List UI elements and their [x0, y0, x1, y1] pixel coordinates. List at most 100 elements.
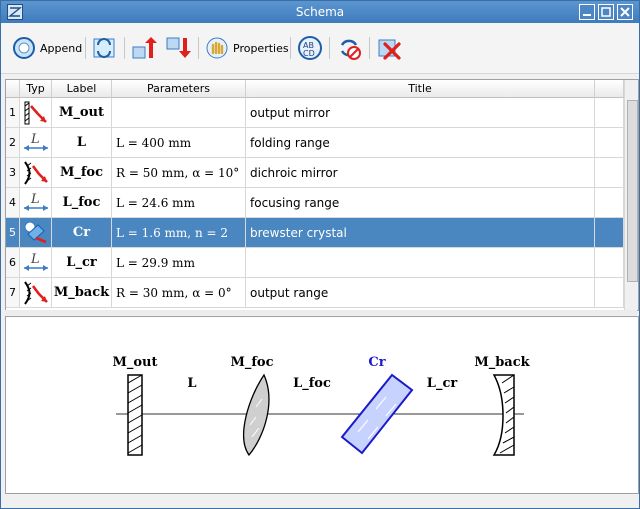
table-row[interactable]: 3 M_foc R = 50 mm, α = 10° dichroic mirror — [6, 158, 624, 188]
element-label[interactable]: M_out — [52, 98, 112, 128]
title-bar: Schema — [1, 1, 639, 23]
toolbar-separator — [198, 37, 199, 59]
spellcheck-button[interactable]: AB CD — [297, 31, 323, 65]
element-parameters[interactable]: R = 50 mm, α = 10° — [112, 158, 246, 188]
table-row[interactable]: 2LLL = 400 mm folding range — [6, 128, 624, 158]
delete-button[interactable] — [376, 31, 402, 65]
move-down-button[interactable] — [165, 31, 191, 65]
move-down-icon — [165, 35, 191, 61]
m-foc-label: M_foc — [230, 355, 273, 370]
element-title[interactable]: folding range — [246, 128, 595, 158]
splitter-handle[interactable] — [5, 310, 637, 315]
refresh-no-icon — [336, 35, 362, 61]
svg-text:L: L — [30, 132, 40, 147]
element-title[interactable] — [246, 248, 595, 278]
schema-canvas: M_out L M_foc L_foc Cr L_cr M_back — [5, 316, 639, 494]
close-button[interactable] — [617, 4, 633, 20]
curved-mirror-type-icon — [20, 278, 52, 308]
element-label[interactable]: L — [52, 128, 112, 158]
header-parameters[interactable]: Parameters — [112, 80, 246, 98]
properties-label: Properties — [233, 41, 289, 55]
element-title[interactable]: output range — [246, 278, 595, 308]
element-label[interactable]: L_foc — [52, 188, 112, 218]
table-row[interactable]: 6 L L_cr L = 29.9 mm — [6, 248, 624, 278]
row-number: 1 — [6, 98, 20, 128]
abcd-icon: AB CD — [297, 35, 323, 61]
l-foc-label: L_foc — [293, 376, 331, 391]
element-label[interactable]: M_foc — [52, 158, 112, 188]
row-filler — [595, 98, 624, 128]
toolbar-separator — [369, 37, 370, 59]
range-type-icon: L — [20, 248, 52, 278]
row-number: 2 — [6, 128, 20, 158]
m-out-label: M_out — [112, 355, 157, 370]
cr-label: Cr — [368, 355, 385, 370]
element-parameters[interactable] — [112, 98, 246, 128]
hand-icon — [204, 35, 230, 61]
element-title[interactable]: focusing range — [246, 188, 595, 218]
element-parameters[interactable]: L = 1.6 mm, n = 2 — [112, 218, 246, 248]
row-number: 3 — [6, 158, 20, 188]
move-up-button[interactable] — [131, 31, 157, 65]
svg-text:L: L — [30, 192, 40, 207]
m-out-element[interactable] — [127, 374, 143, 456]
crystal-type-icon — [20, 218, 52, 248]
element-label[interactable]: Cr — [52, 218, 112, 248]
toolbar-separator — [124, 37, 125, 59]
refresh-button[interactable] — [91, 31, 117, 65]
element-label[interactable]: L_cr — [52, 248, 112, 278]
row-filler — [595, 158, 624, 188]
table-row[interactable]: 1 M_out output mirror — [6, 98, 624, 128]
toolbar-separator — [85, 37, 86, 59]
curved-mirror-type-icon — [20, 158, 52, 188]
append-label: Append — [40, 41, 83, 55]
element-title[interactable]: dichroic mirror — [246, 158, 595, 188]
header-filler — [595, 80, 624, 98]
elements-table: Typ Label Parameters Title 1 M_out output … — [5, 79, 639, 311]
row-number: 4 — [6, 188, 20, 218]
header-label[interactable]: Label — [52, 80, 112, 98]
row-number: 6 — [6, 248, 20, 278]
table-row[interactable]: 7 M_back R = 30 mm, α = 0° output range — [6, 278, 624, 308]
header-title[interactable]: Title — [246, 80, 595, 98]
window-title: Schema — [295, 5, 345, 19]
toolbar-separator — [329, 37, 330, 59]
l-label: L — [187, 376, 196, 391]
delete-icon — [376, 35, 402, 61]
recalculate-button[interactable] — [336, 31, 362, 65]
element-parameters[interactable]: L = 24.6 mm — [112, 188, 246, 218]
mirror-type-icon — [20, 98, 52, 128]
refresh-icon — [91, 35, 117, 61]
table-row[interactable]: 4 L L_foc L = 24.6 mm focusing range — [6, 188, 624, 218]
l-cr-label: L_cr — [427, 376, 458, 391]
row-number: 5 — [6, 218, 20, 248]
minimize-button[interactable] — [579, 4, 595, 20]
table-row[interactable]: 5 Cr L = 1.6 mm, n = 2 brewster crystal — [6, 218, 624, 248]
m-foc-element[interactable] — [243, 373, 270, 457]
m-back-element[interactable] — [492, 374, 515, 456]
row-filler — [595, 248, 624, 278]
row-filler — [595, 278, 624, 308]
properties-button[interactable]: Properties — [204, 31, 289, 65]
element-title[interactable]: output mirror — [246, 98, 595, 128]
element-parameters[interactable]: L = 29.9 mm — [112, 248, 246, 278]
scrollbar-thumb[interactable] — [627, 100, 638, 282]
row-filler — [595, 188, 624, 218]
element-parameters[interactable]: R = 30 mm, α = 0° — [112, 278, 246, 308]
move-up-icon — [131, 35, 157, 61]
append-button[interactable]: Append — [11, 31, 82, 65]
vertical-scrollbar[interactable] — [624, 80, 638, 310]
row-filler — [595, 128, 624, 158]
svg-text:CD: CD — [303, 49, 315, 58]
row-number: 7 — [6, 278, 20, 308]
header-typ[interactable]: Typ — [20, 80, 52, 98]
m-back-label: M_back — [474, 355, 530, 370]
element-title[interactable]: brewster crystal — [246, 218, 595, 248]
element-parameters[interactable]: L = 400 mm — [112, 128, 246, 158]
svg-text:L: L — [30, 252, 40, 267]
toolbar: Append Properties AB CD — [1, 23, 639, 74]
range-type-icon: L — [20, 188, 52, 218]
maximize-button[interactable] — [598, 4, 614, 20]
toolbar-separator — [290, 37, 291, 59]
element-label[interactable]: M_back — [52, 278, 112, 308]
